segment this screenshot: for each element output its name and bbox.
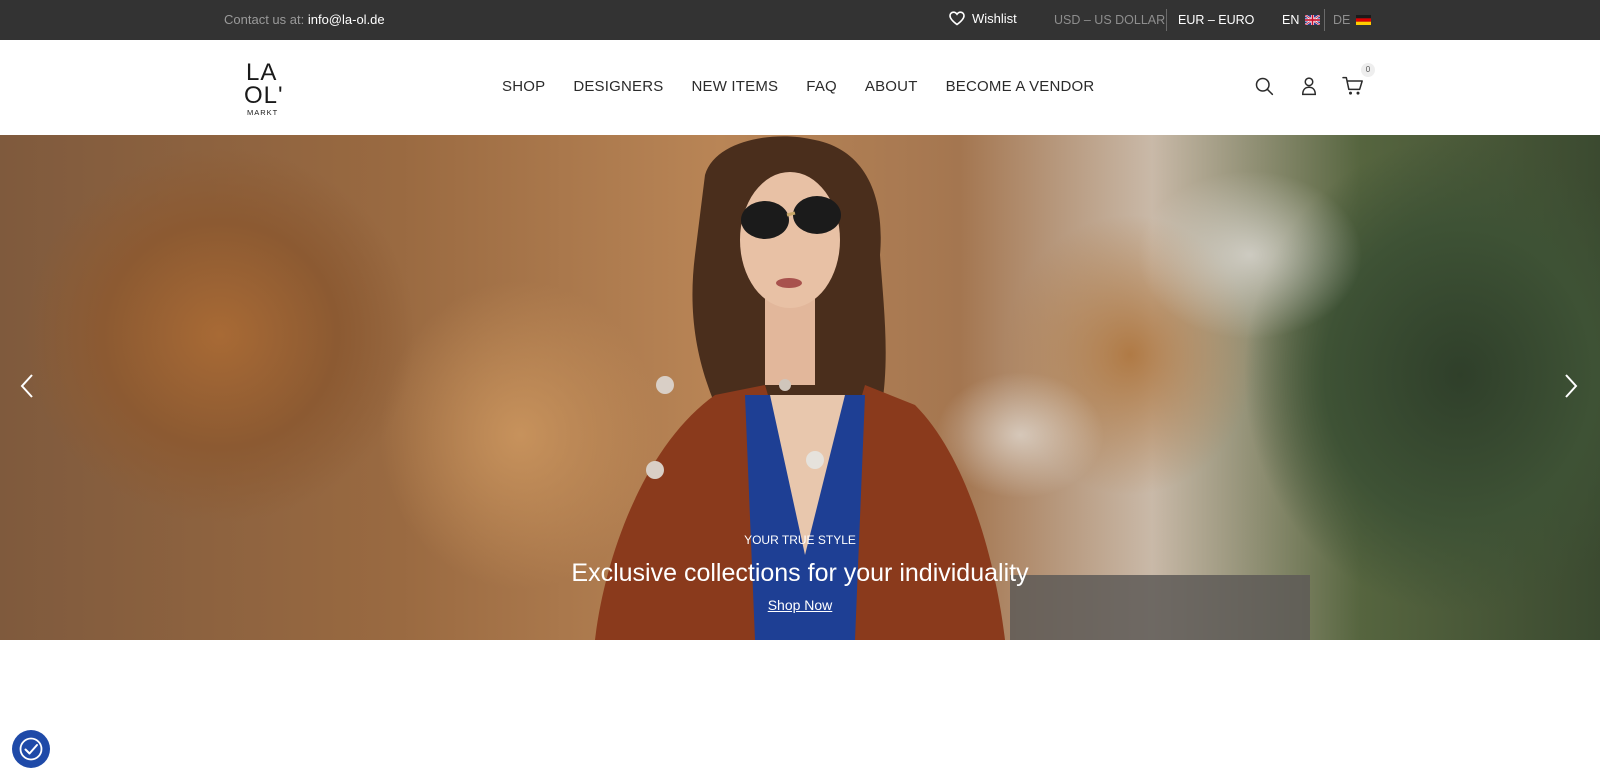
currency-usd[interactable]: USD – US DOLLAR xyxy=(1054,13,1165,27)
wishlist-label: Wishlist xyxy=(972,11,1017,26)
contact-info: Contact us at: info@la-ol.de xyxy=(224,12,385,27)
currency-eur[interactable]: EUR – EURO xyxy=(1178,13,1254,27)
contact-label: Contact us at: xyxy=(224,12,305,27)
logo[interactable]: LA OL' MARKT xyxy=(244,56,284,118)
uk-flag-icon xyxy=(1305,15,1321,25)
wishlist-link[interactable]: Wishlist xyxy=(949,11,1017,26)
chevron-left-icon[interactable] xyxy=(18,372,36,400)
top-bar: Contact us at: info@la-ol.de Wishlist US… xyxy=(0,0,1600,40)
germany-flag-icon xyxy=(1356,15,1372,25)
nav-designers[interactable]: DESIGNERS xyxy=(573,78,663,95)
user-icon[interactable] xyxy=(1300,76,1318,96)
hero-title: Exclusive collections for your individua… xyxy=(571,559,1029,587)
accessibility-button[interactable] xyxy=(12,730,50,768)
logo-line-3: MARKT xyxy=(247,108,278,117)
currency-divider xyxy=(1166,9,1167,31)
chevron-right-icon[interactable] xyxy=(1562,372,1580,400)
language-en[interactable]: EN xyxy=(1282,13,1321,27)
language-de[interactable]: DE xyxy=(1333,13,1372,27)
main-header: LA OL' MARKT SHOP DESIGNERS NEW ITEMS FA… xyxy=(0,40,1600,135)
heart-icon xyxy=(949,11,965,26)
accessibility-icon xyxy=(19,737,43,761)
main-nav: SHOP DESIGNERS NEW ITEMS FAQ ABOUT BECOM… xyxy=(502,78,1122,95)
nav-about[interactable]: ABOUT xyxy=(865,78,918,95)
hero-eyebrow: YOUR TRUE STYLE xyxy=(744,533,856,547)
language-de-label: DE xyxy=(1333,13,1351,27)
nav-new-items[interactable]: NEW ITEMS xyxy=(691,78,778,95)
language-divider xyxy=(1324,9,1325,31)
hero-shop-now-link[interactable]: Shop Now xyxy=(0,597,1600,613)
language-en-label: EN xyxy=(1282,13,1300,27)
nav-faq[interactable]: FAQ xyxy=(806,78,837,95)
contact-email-link[interactable]: info@la-ol.de xyxy=(308,12,385,27)
nav-shop[interactable]: SHOP xyxy=(502,78,545,95)
cart-count-badge: 0 xyxy=(1361,63,1375,77)
cart-icon[interactable] xyxy=(1342,76,1364,96)
logo-line-2: OL' xyxy=(244,82,284,109)
nav-become-a-vendor[interactable]: BECOME A VENDOR xyxy=(946,78,1095,95)
search-icon[interactable] xyxy=(1254,76,1274,96)
